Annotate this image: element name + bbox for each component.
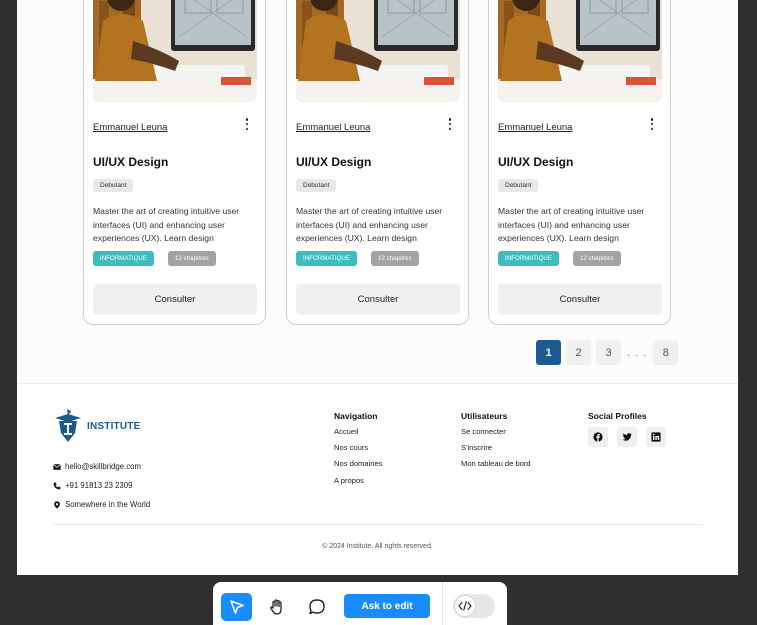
navigation-heading: Navigation [334, 411, 378, 421]
pan-tool-button[interactable] [261, 593, 292, 621]
mail-icon [53, 463, 61, 470]
social-heading: Social Profiles [588, 411, 647, 421]
user-link-signup[interactable]: S'inscrire [461, 443, 531, 452]
nav-link-cours[interactable]: Nos cours [334, 443, 383, 452]
more-options-icon[interactable] [445, 118, 455, 130]
page-canvas: Emmanuel Leuna UI/UX Design Debutant Mas… [17, 0, 738, 575]
institute-logo-icon [55, 409, 81, 442]
consult-button[interactable]: Consulter [296, 284, 460, 315]
page-3-button[interactable]: 3 [596, 340, 621, 365]
user-link-login[interactable]: Se connecter [461, 427, 531, 436]
course-title: UI/UX Design [93, 155, 169, 169]
nav-link-accueil[interactable]: Accueil [334, 427, 383, 436]
twitter-icon[interactable] [617, 427, 637, 447]
brand-name: INSTITUTE [87, 420, 141, 432]
pagination: 1 2 3 . . . 8 [536, 340, 679, 365]
footer-users: Utilisateurs Se connecter S'inscrire Mon… [461, 411, 531, 476]
level-badge: Debutant [296, 179, 337, 192]
comment-tool-button[interactable] [301, 593, 332, 621]
page-1-button[interactable]: 1 [536, 340, 561, 365]
course-thumbnail [296, 0, 460, 102]
brand-logo[interactable]: INSTITUTE [53, 409, 140, 443]
code-brackets-icon [458, 601, 472, 611]
course-title: UI/UX Design [296, 155, 372, 169]
contact-phone[interactable]: +91 91813 23 2309 [53, 481, 132, 490]
footer-divider [53, 524, 703, 525]
course-thumbnail [498, 0, 662, 102]
editor-toolbar: Ask to edit [213, 582, 507, 625]
consult-button[interactable]: Consulter [498, 284, 662, 315]
copyright-text: © 2024 Institute. All rights reserved. [322, 543, 433, 550]
more-options-icon[interactable] [647, 118, 657, 130]
category-tag: INFORMATIQUE [93, 251, 154, 266]
linkedin-icon[interactable] [646, 427, 666, 447]
facebook-icon[interactable] [588, 427, 608, 447]
phone-text: +91 91813 23 2309 [65, 481, 133, 490]
more-options-icon[interactable] [242, 118, 252, 130]
course-card: Emmanuel Leuna UI/UX Design Debutant Mas… [83, 0, 266, 325]
contact-email[interactable]: hello@skillbridge.com [53, 462, 141, 471]
author-name[interactable]: Emmanuel Leuna [498, 122, 572, 133]
level-badge: Debutant [498, 179, 539, 192]
code-knob [454, 595, 476, 617]
course-description: Master the art of creating intuitive use… [498, 206, 645, 243]
consult-button[interactable]: Consulter [93, 284, 257, 315]
cursor-arrow-icon [229, 600, 244, 614]
pagination-ellipsis: . . . [627, 346, 648, 359]
nav-link-domaines[interactable]: Nos domaines [334, 459, 383, 468]
category-tag: INFORMATIQUE [296, 251, 357, 266]
course-thumbnail [93, 0, 257, 102]
author-name[interactable]: Emmanuel Leuna [296, 122, 370, 133]
select-tool-button[interactable] [221, 593, 252, 621]
course-card: Emmanuel Leuna UI/UX Design Debutant Mas… [488, 0, 671, 325]
course-description: Master the art of creating intuitive use… [296, 206, 443, 243]
code-view-toggle[interactable] [453, 594, 495, 618]
users-heading: Utilisateurs [461, 411, 508, 421]
ask-to-edit-button[interactable]: Ask to edit [344, 594, 430, 618]
location-pin-icon [54, 500, 60, 509]
footer-navigation: Navigation Accueil Nos cours Nos domaine… [334, 411, 383, 492]
author-name[interactable]: Emmanuel Leuna [93, 122, 167, 133]
course-grid: Emmanuel Leuna UI/UX Design Debutant Mas… [17, 0, 738, 384]
email-text: hello@skillbridge.com [65, 462, 141, 471]
course-title: UI/UX Design [498, 155, 574, 169]
category-tag: INFORMATIQUE [498, 251, 559, 266]
course-description: Master the art of creating intuitive use… [93, 206, 240, 243]
page-2-button[interactable]: 2 [566, 340, 591, 365]
phone-icon [53, 482, 61, 489]
hand-icon [269, 599, 282, 615]
user-link-dashboard[interactable]: Mon tableau de bord [461, 459, 531, 468]
site-footer: INSTITUTE hello@skillbridge.com +91 9181… [17, 385, 738, 575]
location-text: Somewhere in the World [65, 500, 151, 509]
level-badge: Debutant [93, 179, 134, 192]
toolbar-separator [442, 582, 443, 625]
contact-location: Somewhere in the World [53, 500, 150, 509]
chapters-tag: 12 chapitres [168, 251, 216, 266]
page-last-button[interactable]: 8 [653, 340, 679, 365]
footer-social: Social Profiles [588, 411, 666, 447]
nav-link-apropos[interactable]: A propos [334, 476, 383, 485]
course-card: Emmanuel Leuna UI/UX Design Debutant Mas… [286, 0, 469, 325]
chapters-tag: 12 chapitres [573, 251, 621, 266]
chapters-tag: 12 chapitres [371, 251, 419, 266]
comment-bubble-icon [308, 599, 325, 615]
